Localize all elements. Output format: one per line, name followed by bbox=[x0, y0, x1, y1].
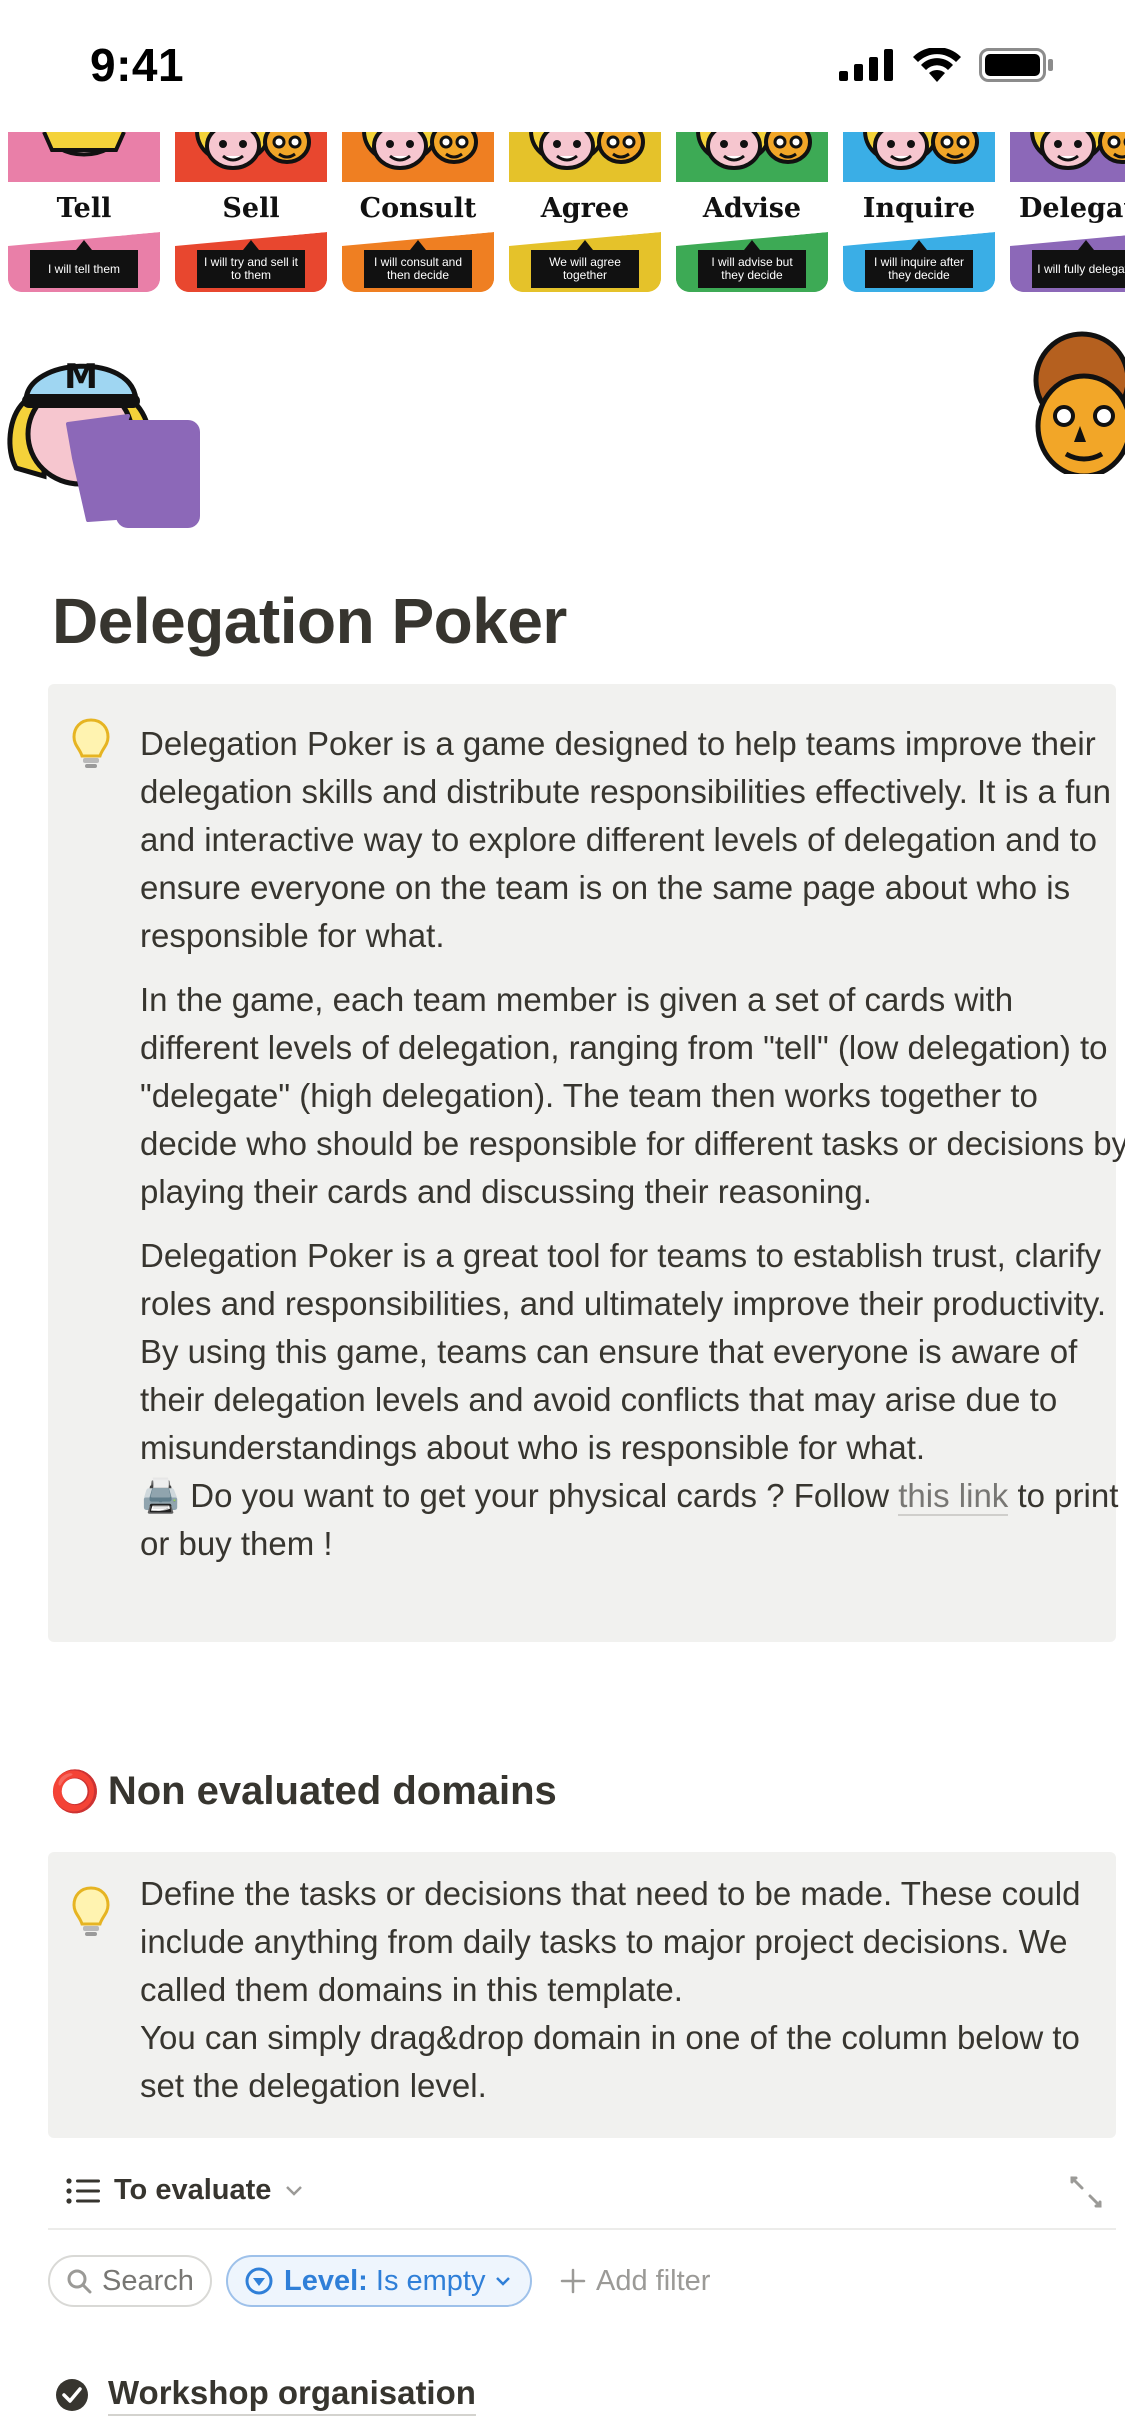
card-caption: We will agree together bbox=[531, 240, 639, 288]
intro-paragraph-2: In the game, each team member is given a… bbox=[140, 981, 1125, 1210]
card-faces-icon bbox=[362, 132, 478, 170]
delegation-card-tell: Tell I will tell them bbox=[8, 132, 160, 292]
search-placeholder: Search bbox=[102, 2264, 194, 2297]
card-faces-icon bbox=[863, 132, 979, 170]
chevron-down-icon bbox=[496, 2277, 511, 2286]
expand-icon[interactable] bbox=[1068, 2174, 1104, 2210]
print-prefix: 🖨️ Do you want to get your physical card… bbox=[140, 1477, 899, 1514]
intro-paragraph-3: Delegation Poker is a great tool for tea… bbox=[140, 1237, 1106, 1466]
status-bar: 9:41 bbox=[0, 0, 1125, 132]
search-icon bbox=[67, 2269, 92, 2294]
delegation-card-agree: Agree We will agree together bbox=[509, 132, 661, 292]
card-title: Delegate bbox=[1010, 182, 1125, 236]
plus-icon bbox=[560, 2268, 586, 2294]
intro-paragraph-1: Delegation Poker is a game designed to h… bbox=[140, 725, 1111, 954]
delegation-card-sell: Sell I will try and sell it to them bbox=[175, 132, 327, 292]
filter-bar: Search Level: Is empty Add filter bbox=[48, 2254, 710, 2308]
delegation-card-inquire: Inquire I will inquire after they decide bbox=[843, 132, 995, 292]
card-caption: I will try and sell it to them bbox=[197, 240, 305, 288]
search-filter[interactable]: Search bbox=[48, 2255, 212, 2307]
card-faces-icon bbox=[1030, 132, 1125, 170]
delegation-card-delegate: DelegateI will fully delegate bbox=[1010, 132, 1125, 292]
card-title: Inquire bbox=[843, 182, 995, 236]
section-heading-text: Non evaluated domains bbox=[107, 1769, 557, 1813]
card-caption: I will fully delegate bbox=[1032, 240, 1125, 288]
domains-callout: Define the tasks or decisions that need … bbox=[48, 1852, 1116, 2138]
intro-callout: Delegation Poker is a game designed to h… bbox=[48, 684, 1125, 1642]
card-title: Tell bbox=[8, 182, 160, 236]
add-filter-button[interactable]: Add filter bbox=[560, 2265, 710, 2298]
level-filter-value: Is empty bbox=[375, 2264, 486, 2297]
cellular-signal-icon bbox=[839, 49, 893, 81]
card-faces-icon bbox=[195, 132, 311, 170]
level-filter-property: Level: bbox=[284, 2264, 368, 2297]
level-filter-label: Level: Is empty bbox=[284, 2265, 485, 2298]
cap-letter: M bbox=[64, 357, 98, 397]
wifi-icon bbox=[913, 48, 961, 82]
lightbulb-icon bbox=[72, 1886, 110, 1936]
card-title: Advise bbox=[676, 182, 828, 236]
hollow-red-circle-icon: ⭕ bbox=[50, 1770, 100, 1814]
list-view-icon bbox=[66, 2177, 100, 2204]
card-title: Consult bbox=[342, 182, 494, 236]
card-caption: I will consult and then decide bbox=[364, 240, 472, 288]
chevron-down-icon bbox=[286, 2185, 303, 2196]
list-item-label: Workshop organisation bbox=[108, 2374, 476, 2416]
checked-circle-icon bbox=[56, 2379, 88, 2411]
domains-callout-line-1: Define the tasks or decisions that need … bbox=[140, 1875, 1081, 2008]
intro-text: Delegation Poker is a game designed to h… bbox=[140, 720, 1125, 1568]
page-title: Delegation Poker bbox=[52, 585, 567, 657]
card-faces-icon bbox=[529, 132, 645, 170]
print-cards-link[interactable]: this link bbox=[898, 1477, 1009, 1516]
card-caption: I will tell them bbox=[30, 240, 138, 288]
avatar-peek-icon bbox=[1033, 331, 1125, 474]
section-heading: ⭕ Non evaluated domains bbox=[50, 1768, 557, 1815]
delegation-card-advise: Advise I will advise but they decide bbox=[676, 132, 828, 292]
delegation-card-consult: Consult I will consult and then decide bbox=[342, 132, 494, 292]
view-name: To evaluate bbox=[114, 2174, 272, 2206]
status-icons bbox=[839, 48, 1055, 82]
card-faces-icon bbox=[42, 132, 126, 157]
card-title: Sell bbox=[175, 182, 327, 236]
status-time: 9:41 bbox=[90, 39, 185, 91]
view-selector[interactable]: To evaluate bbox=[66, 2174, 303, 2207]
domains-callout-line-2: You can simply drag&drop domain in one o… bbox=[140, 2019, 1080, 2104]
card-faces-icon bbox=[696, 132, 812, 170]
lightbulb-icon bbox=[72, 718, 110, 768]
print-cards-line: 🖨️ Do you want to get your physical card… bbox=[140, 1472, 1125, 1568]
manager-holding-card-icon: M bbox=[7, 357, 200, 528]
database-view-bar: To evaluate bbox=[48, 2164, 1116, 2230]
level-filter[interactable]: Level: Is empty bbox=[226, 2255, 532, 2307]
select-property-icon bbox=[245, 2267, 273, 2295]
card-caption: I will advise but they decide bbox=[698, 240, 806, 288]
list-item[interactable]: Workshop organisation bbox=[54, 2374, 476, 2416]
domains-callout-text: Define the tasks or decisions that need … bbox=[140, 1870, 1125, 2110]
battery-icon bbox=[979, 48, 1053, 82]
add-filter-label: Add filter bbox=[596, 2264, 711, 2297]
card-title: Agree bbox=[509, 182, 661, 236]
card-caption: I will inquire after they decide bbox=[865, 240, 973, 288]
cover-image: Tell I will tell them Sell I will try and s… bbox=[0, 132, 1125, 300]
